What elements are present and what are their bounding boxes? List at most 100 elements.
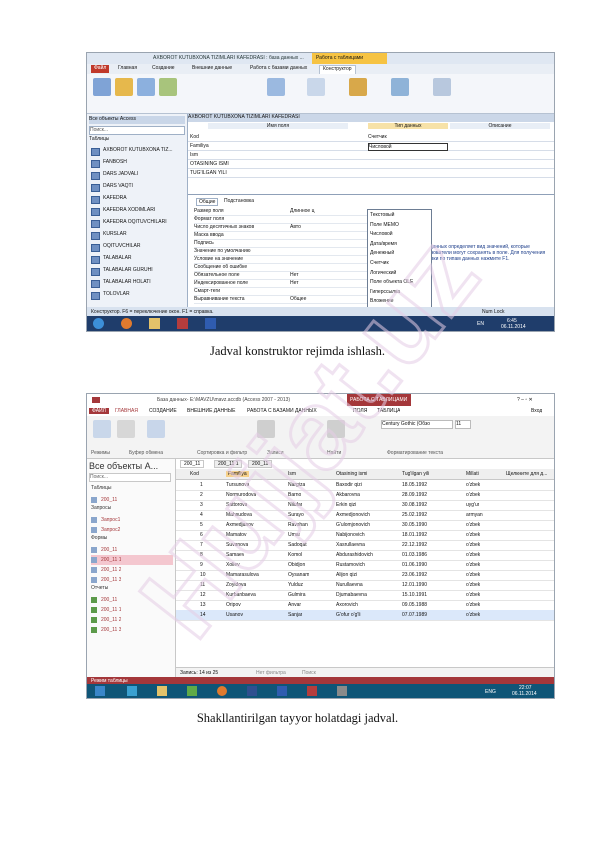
table-cell[interactable]: 14 bbox=[200, 612, 206, 618]
folder-icon[interactable] bbox=[149, 318, 160, 329]
key-icon[interactable] bbox=[115, 78, 133, 96]
nav-table-item[interactable]: KAFEDRA bbox=[91, 194, 185, 204]
nav-object-item[interactable]: Запрос1 bbox=[91, 515, 173, 525]
tab-database[interactable]: Работа с базами данных bbox=[247, 65, 310, 73]
word-icon[interactable] bbox=[205, 318, 216, 329]
context-tab[interactable]: Работа с таблицами bbox=[312, 53, 387, 64]
relations-icon[interactable] bbox=[391, 78, 409, 96]
column-header[interactable]: Tug'ilgan yili bbox=[402, 471, 429, 477]
nav-table-item[interactable]: KURSLAR bbox=[91, 230, 185, 240]
nav-object-item[interactable]: 200_11 bbox=[91, 595, 173, 605]
table-cell[interactable]: 01.06.1990 bbox=[402, 562, 427, 568]
table-cell[interactable]: Normurodova bbox=[226, 492, 256, 498]
table-cell[interactable]: 3 bbox=[200, 502, 203, 508]
table-row[interactable]: 14 Usanov Sanjar G'ofur o'g'li 07.07.1989 o'z… bbox=[176, 610, 554, 621]
document-tab[interactable]: AXBOROT KUTUBXONA TIZIMLARI KAFEDRASI bbox=[188, 114, 554, 122]
builder-icon[interactable] bbox=[137, 78, 155, 96]
table-cell[interactable]: o'zbek bbox=[466, 542, 480, 548]
data-type-option[interactable]: Дата/время bbox=[370, 241, 429, 250]
table-cell[interactable]: Gulmira bbox=[288, 592, 306, 598]
tab-fields[interactable]: ПОЛЯ bbox=[353, 408, 367, 414]
table-cell[interactable]: Abdurashidovich bbox=[336, 552, 373, 558]
property-value[interactable]: Авто bbox=[290, 224, 370, 230]
tab-home[interactable]: Главная bbox=[115, 65, 140, 73]
table-cell[interactable]: o'zbek bbox=[466, 482, 480, 488]
property-value[interactable]: Общее bbox=[290, 296, 370, 302]
nav-object-item[interactable]: 200_11 bbox=[91, 495, 173, 505]
table-cell[interactable]: Komol bbox=[288, 552, 302, 558]
table-cell[interactable]: 8 bbox=[200, 552, 203, 558]
property-row[interactable]: Выравнивание текста Общее bbox=[194, 296, 374, 304]
column-header[interactable]: Otasining ismi bbox=[336, 471, 367, 477]
column-header[interactable]: Kod bbox=[190, 471, 199, 477]
nav-table-item[interactable]: DARS JADVALI bbox=[91, 170, 185, 180]
field-row[interactable]: Ism bbox=[188, 151, 554, 160]
table-cell[interactable]: Anvar bbox=[288, 602, 301, 608]
property-row[interactable]: Число десятичных знаков Авто bbox=[194, 224, 374, 232]
field-row[interactable]: Kod Счетчик bbox=[188, 133, 554, 142]
table-cell[interactable]: Sattorova bbox=[226, 502, 247, 508]
firefox-icon[interactable] bbox=[217, 686, 227, 696]
nav-search[interactable]: Поиск... bbox=[89, 126, 185, 135]
table-cell[interactable]: Rustamovich bbox=[336, 562, 365, 568]
table-cell[interactable]: o'zbek bbox=[466, 572, 480, 578]
table-cell[interactable]: Nabijonovich bbox=[336, 532, 365, 538]
table-cell[interactable]: 30.05.1990 bbox=[402, 522, 427, 528]
property-row[interactable]: Индексированное поле Нет bbox=[194, 280, 374, 288]
ie-icon[interactable] bbox=[127, 686, 137, 696]
table-cell[interactable]: Axorovich bbox=[336, 602, 358, 608]
tab-create[interactable]: СОЗДАНИЕ bbox=[149, 408, 177, 414]
filter-icon[interactable] bbox=[147, 420, 165, 438]
nav-search[interactable]: Поиск... bbox=[89, 473, 171, 482]
save-icon[interactable] bbox=[247, 686, 257, 696]
paste-icon[interactable] bbox=[117, 420, 135, 438]
sign-in[interactable]: Вход bbox=[531, 408, 542, 414]
table-cell[interactable]: Xoliev bbox=[226, 562, 240, 568]
document-tab[interactable]: 200_11 1 bbox=[214, 460, 243, 468]
lang-indicator[interactable]: EN bbox=[477, 321, 484, 327]
table-cell[interactable]: o'zbek bbox=[466, 612, 480, 618]
table-cell[interactable]: Usanov bbox=[226, 612, 243, 618]
field-type[interactable]: Числовой bbox=[368, 143, 448, 151]
table-cell[interactable]: o'zbek bbox=[466, 522, 480, 528]
table-cell[interactable]: G'ulomjonovich bbox=[336, 522, 370, 528]
property-row[interactable]: Размер поля Длинное ц bbox=[194, 208, 374, 216]
table-cell[interactable]: 25.02.1992 bbox=[402, 512, 427, 518]
field-row[interactable]: TUG'ILGAN YILI bbox=[188, 169, 554, 178]
nav-table-item[interactable]: TALABALAR HOLATI bbox=[91, 278, 185, 288]
table-cell[interactable]: 2 bbox=[200, 492, 203, 498]
data-type-option[interactable]: Поле MEMO bbox=[370, 222, 429, 231]
nav-table-item[interactable]: TOLOVLAR bbox=[91, 290, 185, 300]
table-cell[interactable]: Baxodir qizi bbox=[336, 482, 362, 488]
word-icon[interactable] bbox=[277, 686, 287, 696]
tab-designer[interactable]: Конструктор bbox=[319, 65, 356, 74]
column-header[interactable]: Ism bbox=[288, 471, 296, 477]
nav-group-tables[interactable]: Таблицы bbox=[89, 136, 109, 142]
data-type-option[interactable]: Счетчик bbox=[370, 260, 429, 269]
property-row[interactable]: Подпись bbox=[194, 240, 374, 248]
store-icon[interactable] bbox=[187, 686, 197, 696]
nav-section-header[interactable]: Отчеты bbox=[91, 585, 173, 595]
table-cell[interactable]: Mamarasulova bbox=[226, 572, 259, 578]
refresh-icon[interactable] bbox=[257, 420, 275, 438]
table-cell[interactable]: Obidjon bbox=[288, 562, 305, 568]
table-cell[interactable]: o'zbek bbox=[466, 532, 480, 538]
table-cell[interactable]: 11 bbox=[200, 582, 205, 588]
filter-indicator[interactable]: Нет фильтра bbox=[256, 670, 286, 676]
table-cell[interactable]: 15.10.1991 bbox=[402, 592, 427, 598]
find-icon[interactable] bbox=[327, 420, 345, 438]
test-rules-icon[interactable] bbox=[159, 78, 177, 96]
tab-general[interactable]: Общие bbox=[196, 198, 219, 206]
nav-object-item[interactable]: 200_11 bbox=[91, 545, 173, 555]
table-cell[interactable]: Sanjar bbox=[288, 612, 302, 618]
macro-icon[interactable] bbox=[349, 78, 367, 96]
table-cell[interactable]: uyg'ur bbox=[466, 502, 479, 508]
data-type-option[interactable]: Гиперссылка bbox=[370, 289, 429, 298]
tab-home[interactable]: ГЛАВНАЯ bbox=[115, 408, 138, 414]
data-type-option[interactable]: Числовой bbox=[370, 231, 429, 240]
lang-indicator[interactable]: ENG bbox=[485, 689, 496, 695]
table-cell[interactable]: Tursunova bbox=[226, 482, 249, 488]
folder-icon[interactable] bbox=[157, 686, 167, 696]
document-tab[interactable]: 200_11 bbox=[180, 460, 205, 468]
table-cell[interactable]: 23.06.1992 bbox=[402, 572, 427, 578]
